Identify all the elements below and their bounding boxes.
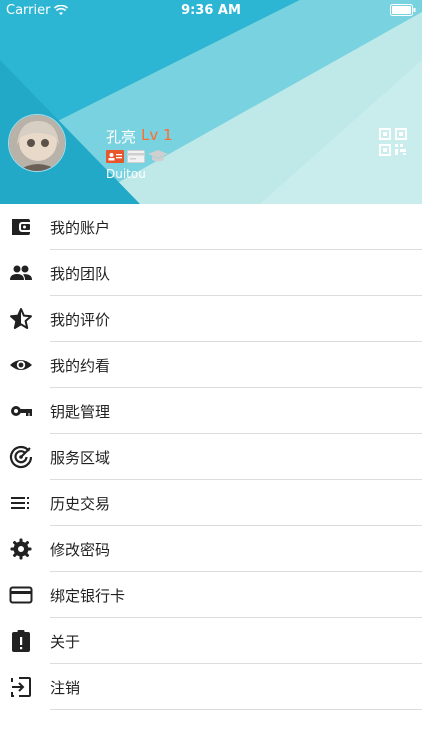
menu-item-change-password[interactable]: 修改密码 <box>0 526 422 572</box>
menu-item-my-team[interactable]: 我的团队 <box>0 250 422 296</box>
divider <box>50 709 422 710</box>
qr-code-icon[interactable] <box>379 128 407 156</box>
header-background <box>0 0 422 204</box>
list-icon <box>11 497 29 509</box>
people-icon <box>10 265 32 280</box>
status-bar: Carrier 9:36 AM <box>0 0 422 22</box>
star-half-icon <box>10 308 32 329</box>
menu-item-label: 修改密码 <box>50 540 111 559</box>
verification-badges <box>106 150 168 163</box>
logout-icon <box>11 677 31 697</box>
card-badge-icon <box>127 150 145 163</box>
menu-item-label: 我的约看 <box>50 356 111 375</box>
menu-item-bind-bank-card[interactable]: 绑定银行卡 <box>0 572 422 618</box>
menu-item-label: 关于 <box>50 632 81 651</box>
profile-username: Duitou <box>106 167 146 181</box>
menu-item-label: 服务区域 <box>50 448 111 467</box>
menu-item-my-account[interactable]: 我的账户 <box>0 204 422 250</box>
navigation-menu: 我的账户 我的团队 我的评价 我的约看 钥匙管理 服务区域 历史交易 修改密码 … <box>0 204 422 710</box>
menu-item-logout[interactable]: 注销 <box>0 664 422 710</box>
profile-name: 孔亮 <box>106 128 137 146</box>
menu-item-my-reviews[interactable]: 我的评价 <box>0 296 422 342</box>
menu-item-label: 钥匙管理 <box>50 402 111 421</box>
menu-item-service-area[interactable]: 服务区域 <box>0 434 422 480</box>
profile-header: Carrier 9:36 AM 孔亮 Lv 1 Duitou <box>0 0 422 204</box>
menu-item-label: 我的团队 <box>50 264 111 283</box>
menu-item-label: 注销 <box>50 678 81 697</box>
menu-item-key-management[interactable]: 钥匙管理 <box>0 388 422 434</box>
radar-icon <box>9 445 33 469</box>
profile-level: Lv 1 <box>141 126 173 144</box>
status-time: 9:36 AM <box>181 3 241 18</box>
id-badge-icon <box>106 150 124 163</box>
menu-item-label: 绑定银行卡 <box>50 586 126 605</box>
menu-item-label: 我的评价 <box>50 310 111 329</box>
avatar[interactable] <box>8 114 66 172</box>
battery-icon <box>390 4 416 20</box>
menu-item-about[interactable]: 关于 <box>0 618 422 664</box>
eye-icon <box>10 360 32 370</box>
menu-item-transaction-history[interactable]: 历史交易 <box>0 480 422 526</box>
menu-item-label: 历史交易 <box>50 494 111 513</box>
menu-item-my-appointments[interactable]: 我的约看 <box>0 342 422 388</box>
wallet-icon <box>12 219 30 235</box>
menu-item-label: 我的账户 <box>50 218 111 237</box>
gear-icon <box>10 538 32 560</box>
graduation-cap-icon <box>148 150 168 162</box>
clipboard-alert-icon <box>12 630 30 652</box>
credit-card-icon <box>9 586 33 604</box>
key-icon <box>11 406 32 416</box>
